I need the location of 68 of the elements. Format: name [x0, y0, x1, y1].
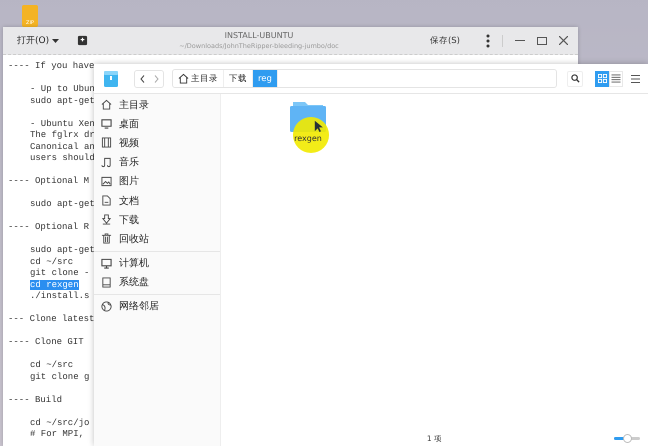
grid-icon: [598, 74, 606, 83]
sidebar-item[interactable]: 计算机: [94, 254, 220, 273]
close-icon[interactable]: [559, 36, 568, 45]
maximize-icon[interactable]: [537, 36, 547, 44]
monitor-icon: [101, 118, 112, 130]
code-line: ---- If you have: [8, 61, 94, 71]
sidebar-item[interactable]: 主目录: [94, 95, 220, 114]
home-icon: [178, 73, 189, 84]
zoom-slider-thumb[interactable]: [623, 434, 632, 443]
chevron-left-icon: [140, 74, 144, 82]
code-line: sudo apt-get: [30, 245, 95, 255]
code-line: ---- Optional M: [8, 176, 90, 186]
open-menu-button[interactable]: 打开(O): [17, 34, 59, 47]
menu-icon[interactable]: [631, 74, 640, 82]
minimize-icon[interactable]: [515, 40, 525, 42]
search-button[interactable]: [567, 70, 583, 86]
music-note-icon: [101, 156, 112, 168]
click-highlight-drawing: [292, 116, 330, 154]
code-line: ---- Clone GIT: [8, 337, 84, 347]
code-line: sudo apt-get: [30, 199, 95, 209]
code-line: ---- Build: [8, 394, 62, 404]
search-icon: [570, 74, 580, 83]
window-title: INSTALL-UBUNTU: [224, 30, 294, 40]
sidebar-item[interactable]: 网络邻居: [94, 296, 220, 316]
file-manager-logo-icon: [104, 70, 118, 86]
code-line: Canonical an: [30, 142, 95, 152]
home-icon: [101, 99, 112, 110]
chevron-right-icon: [154, 74, 158, 82]
code-line: cd ~/src/jo: [30, 418, 90, 428]
folder-name[interactable]: rexgen: [294, 134, 322, 143]
download-icon: [101, 214, 112, 226]
zoom-slider[interactable]: [614, 437, 640, 440]
code-line: sudo apt-get: [30, 96, 95, 106]
sidebar-item[interactable]: 桌面: [94, 114, 220, 134]
caret-icon: [52, 39, 59, 43]
sidebar-item[interactable]: 图片: [94, 172, 220, 191]
code-line: The fglrx dr: [30, 130, 95, 140]
list-icon: [611, 74, 621, 83]
code-line: cd ~/src: [30, 360, 74, 370]
trash-icon: [101, 233, 112, 244]
sidebar-item[interactable]: 文档: [94, 190, 220, 210]
sidebar-item[interactable]: 下载: [94, 210, 220, 230]
drive-icon: [101, 276, 112, 288]
breadcrumb-item[interactable]: 主目录: [173, 70, 224, 87]
code-line: - Ubuntu Xen: [30, 118, 95, 128]
code-line: - Up to Ubun: [30, 84, 95, 94]
save-button[interactable]: 保存(S): [430, 34, 460, 46]
sidebar-item[interactable]: 系统盘: [94, 272, 220, 292]
code-line: git clone -: [30, 268, 90, 278]
code-line: cd ~/src: [30, 256, 74, 266]
more-icon[interactable]: [486, 34, 490, 48]
tray-icon[interactable]: [76, 35, 88, 46]
code-line: git clone g: [30, 372, 90, 382]
film-icon: [101, 137, 112, 148]
globe-icon: [101, 300, 112, 312]
sidebar-item[interactable]: 视频: [94, 133, 220, 153]
code-line: --- Clone latest: [8, 314, 94, 324]
code-line: users should: [30, 153, 95, 163]
list-view-button[interactable]: [609, 70, 623, 86]
sidebar-item[interactable]: 音乐: [94, 152, 220, 172]
sidebar-item[interactable]: 回收站: [94, 229, 220, 248]
code-line: ./install.s: [30, 291, 90, 301]
document-icon: [101, 195, 112, 206]
code-line: ---- Optional R: [8, 222, 90, 232]
monitor-icon: [101, 258, 112, 269]
address-bar[interactable]: 主目录 下载 reg: [172, 69, 557, 88]
code-line: # For MPI,: [30, 429, 84, 439]
image-icon: [101, 176, 112, 187]
